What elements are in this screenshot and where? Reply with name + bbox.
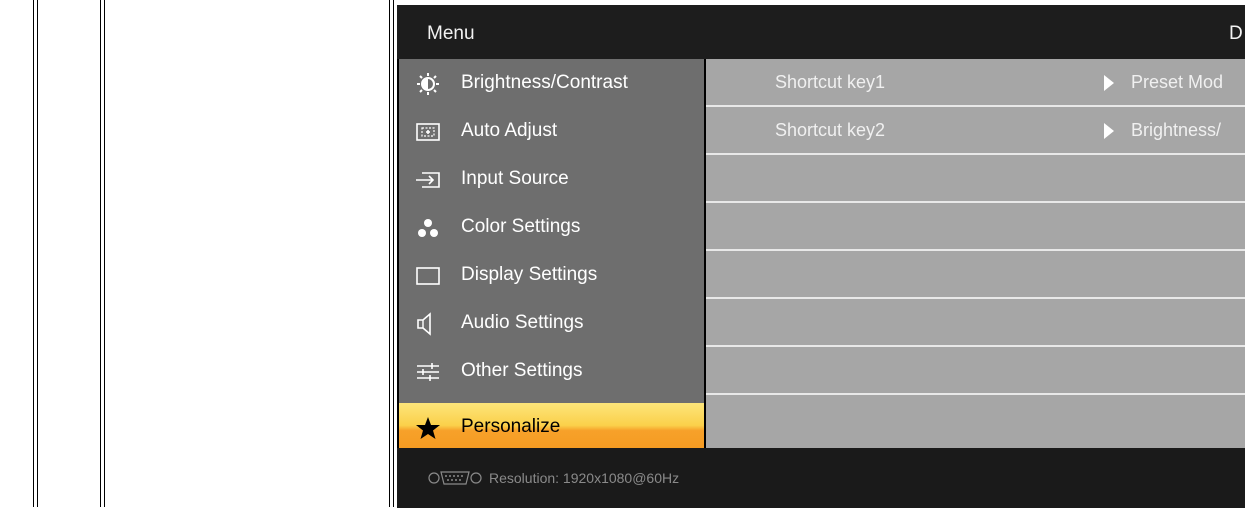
- divider-line: [100, 0, 101, 507]
- star-icon: [416, 417, 440, 439]
- other-settings-icon: [417, 363, 439, 381]
- submenu-row-empty: [706, 347, 1245, 395]
- submenu-value: Brightness/: [1131, 120, 1222, 140]
- divider-line: [389, 0, 390, 507]
- submenu-row-shortcut-key1[interactable]: Shortcut key1 Preset Mod: [706, 59, 1245, 107]
- divider-line: [33, 0, 34, 507]
- auto-adjust-icon: [416, 123, 440, 141]
- brightness-icon: [417, 73, 439, 95]
- submenu-panel: Shortcut key1 Preset Mod Shortcut key2 B…: [706, 59, 1245, 448]
- submenu-row-empty: [706, 251, 1245, 299]
- menu-item-auto-adjust[interactable]: Auto Adjust: [399, 107, 704, 155]
- submenu-row-empty: [706, 155, 1245, 203]
- menu-item-color-settings[interactable]: Color Settings: [399, 203, 704, 251]
- menu-item-display-settings[interactable]: Display Settings: [399, 251, 704, 299]
- menu-item-label: Brightness/Contrast: [461, 72, 628, 93]
- display-settings-icon: [416, 267, 440, 285]
- menu-item-label: Other Settings: [461, 360, 583, 381]
- osd-footer: Resolution: 1920x1080@60Hz: [397, 448, 1245, 508]
- divider-line: [104, 0, 105, 507]
- submenu-key: Shortcut key2: [775, 120, 886, 140]
- arrow-right-icon: [1104, 75, 1114, 91]
- menu-item-label: Input Source: [461, 168, 569, 189]
- osd-header: Menu D: [397, 5, 1245, 59]
- menu-item-brightness-contrast[interactable]: Brightness/Contrast: [399, 59, 704, 107]
- submenu-key: Shortcut key1: [775, 72, 886, 92]
- menu-item-label: Display Settings: [461, 264, 598, 285]
- menu-item-label: Auto Adjust: [461, 120, 558, 141]
- submenu-row-empty: [706, 203, 1245, 251]
- menu-title: Menu: [427, 23, 475, 44]
- osd-menu-window: Menu D Brightness/Contrast Auto Adjust I…: [397, 5, 1245, 508]
- color-settings-icon: [418, 219, 438, 237]
- main-menu: Brightness/Contrast Auto Adjust Input So…: [399, 59, 704, 453]
- resolution-label: Resolution: 1920x1080@60Hz: [489, 470, 680, 486]
- submenu-row-empty: [706, 299, 1245, 347]
- menu-item-label: Color Settings: [461, 216, 581, 237]
- submenu-value: Preset Mod: [1131, 72, 1224, 92]
- menu-item-label: Audio Settings: [461, 312, 584, 333]
- divider-line: [37, 0, 38, 507]
- menu-item-label: Personalize: [461, 416, 561, 437]
- vga-connector-icon: [428, 471, 482, 485]
- header-truncated-label: D: [1229, 23, 1243, 44]
- menu-item-audio-settings[interactable]: Audio Settings: [399, 299, 704, 347]
- arrow-right-icon: [1104, 123, 1114, 139]
- menu-item-personalize[interactable]: Personalize: [399, 403, 704, 453]
- submenu-row-shortcut-key2[interactable]: Shortcut key2 Brightness/: [706, 107, 1245, 155]
- menu-item-other-settings[interactable]: Other Settings: [399, 347, 704, 395]
- divider-line: [393, 0, 394, 507]
- input-source-icon: [416, 172, 440, 188]
- audio-settings-icon: [417, 312, 431, 336]
- menu-item-input-source[interactable]: Input Source: [399, 155, 704, 203]
